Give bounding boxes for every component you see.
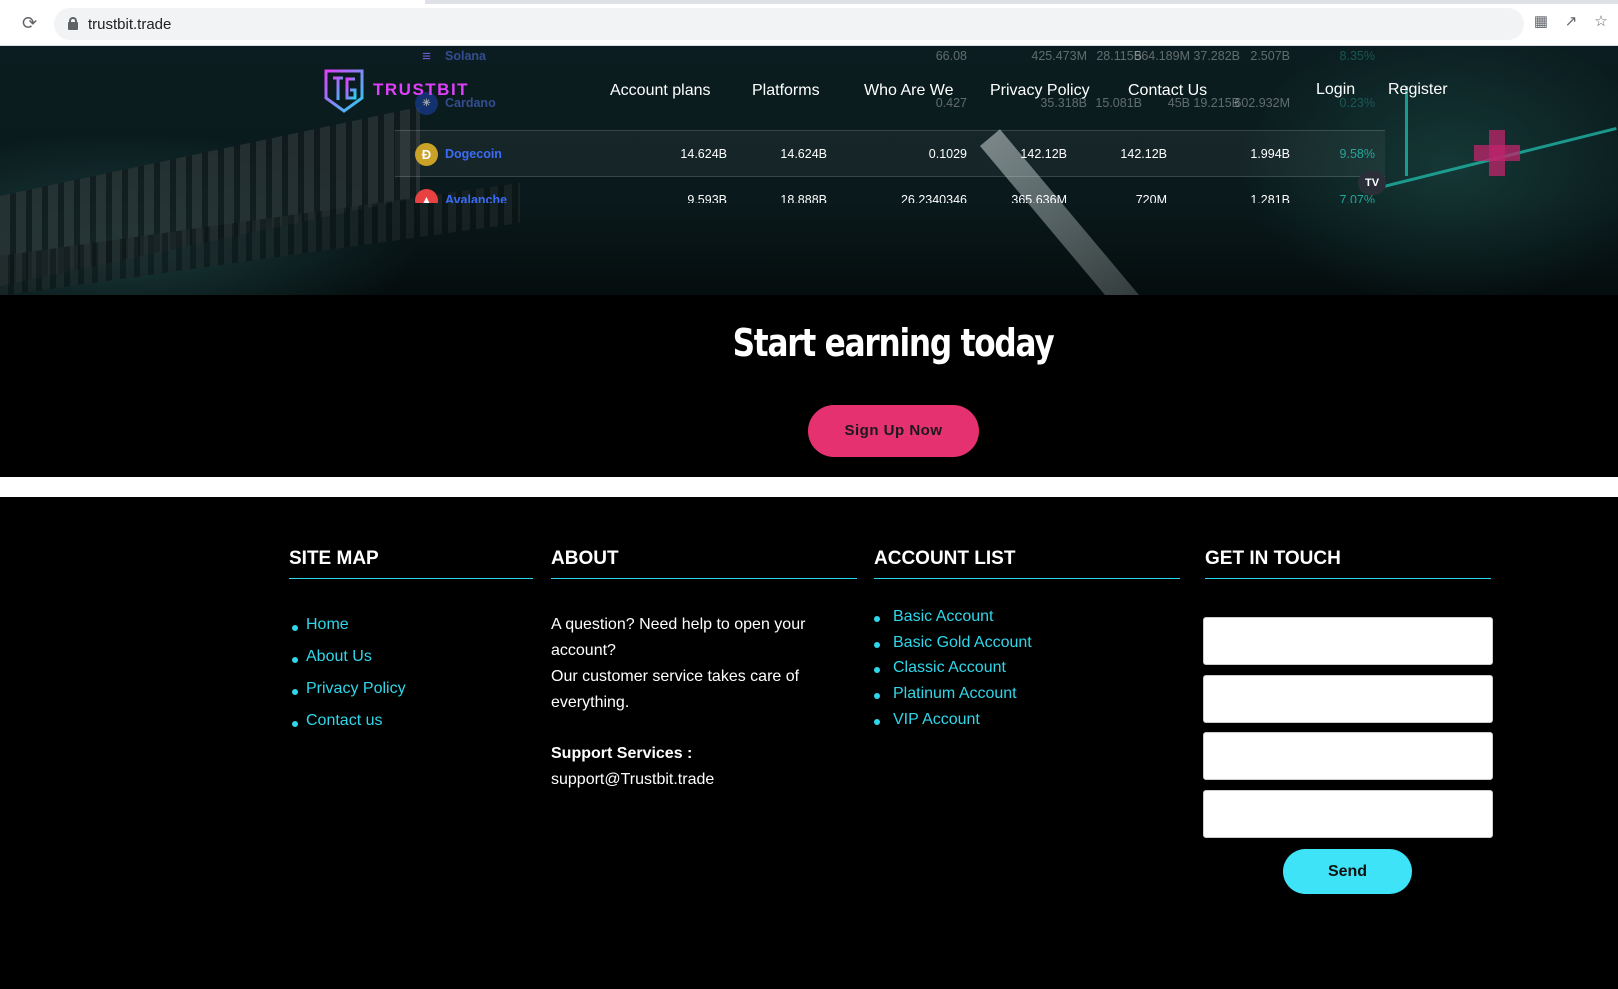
crypto-row-avalanche[interactable]: ▲ Avalanche 9.593B 18.888B 26.2340346 36… bbox=[395, 177, 1385, 203]
table-cell: 1.281B bbox=[1250, 193, 1290, 203]
section-divider bbox=[0, 477, 1618, 497]
sitemap-title: SITE MAP bbox=[289, 548, 379, 569]
table-cell: 142.12B bbox=[1120, 147, 1167, 161]
send-button[interactable]: Send bbox=[1283, 849, 1412, 894]
table-cell: 0.1029 bbox=[928, 147, 967, 161]
about-service: Our customer service takes care of every… bbox=[551, 668, 800, 711]
url-text[interactable]: trustbit.trade bbox=[88, 16, 171, 33]
sitemap-link-privacy-policy[interactable]: Privacy Policy bbox=[292, 680, 406, 712]
contact-title: GET IN TOUCH bbox=[1205, 548, 1341, 569]
hero-decoration bbox=[1474, 130, 1520, 176]
tab-strip bbox=[0, 0, 1618, 4]
logo-text: TRUSTBIT bbox=[373, 80, 470, 99]
table-cell: 66.08 bbox=[935, 49, 967, 63]
site-logo[interactable]: TRUSTBIT bbox=[323, 68, 475, 116]
about-question: A question? Need help to open your accou… bbox=[551, 616, 806, 659]
account-list-divider bbox=[874, 578, 1180, 579]
account-link-platinum[interactable]: Platinum Account bbox=[874, 685, 1032, 711]
table-cell: 7.07% bbox=[1339, 193, 1375, 203]
contact-field-1[interactable] bbox=[1203, 617, 1493, 665]
tradingview-badge[interactable]: TV bbox=[1358, 171, 1386, 195]
reload-icon[interactable]: ⟳ bbox=[22, 12, 44, 34]
account-link-basic[interactable]: Basic Account bbox=[874, 608, 1032, 634]
hero-decoration bbox=[1405, 86, 1408, 176]
contact-divider bbox=[1205, 578, 1491, 579]
support-email[interactable]: support@Trustbit.trade bbox=[551, 767, 851, 793]
table-cell: 425.473M bbox=[1031, 49, 1087, 63]
table-cell: 1.994B bbox=[1250, 147, 1290, 161]
dogecoin-icon: Ð bbox=[415, 143, 438, 166]
crypto-market-table: ≡ Solana 28.115B 37.282B 66.08 425.473M … bbox=[395, 46, 1385, 203]
table-cell: 2.507B bbox=[1250, 49, 1290, 63]
bookmark-star-icon[interactable]: ☆ bbox=[1592, 13, 1610, 31]
about-title: ABOUT bbox=[551, 548, 619, 569]
account-list: Basic Account Basic Gold Account Classic… bbox=[874, 608, 1032, 736]
account-link-basic-gold[interactable]: Basic Gold Account bbox=[874, 634, 1032, 660]
nav-account-plans[interactable]: Account plans bbox=[610, 82, 711, 100]
sitemap-list: Home About Us Privacy Policy Contact us bbox=[292, 616, 406, 744]
active-tab[interactable] bbox=[0, 0, 425, 4]
table-cell: 14.624B bbox=[680, 147, 727, 161]
account-link-vip[interactable]: VIP Account bbox=[874, 711, 1032, 737]
sitemap-divider bbox=[289, 578, 533, 579]
coin-name[interactable]: Dogecoin bbox=[445, 147, 502, 161]
cta-section: Start earning today Sign Up Now bbox=[0, 295, 1618, 477]
table-cell: 9.593B bbox=[687, 193, 727, 203]
table-cell: 18.888B bbox=[780, 193, 827, 203]
contact-field-2[interactable] bbox=[1203, 675, 1493, 723]
table-cell: 564.189M bbox=[1134, 49, 1190, 63]
sitemap-link-home[interactable]: Home bbox=[292, 616, 406, 648]
nav-who-are-we[interactable]: Who Are We bbox=[864, 82, 954, 100]
lock-icon[interactable] bbox=[68, 17, 78, 30]
nav-contact-us[interactable]: Contact Us bbox=[1128, 82, 1207, 100]
avalanche-icon: ▲ bbox=[415, 189, 438, 203]
account-link-classic[interactable]: Classic Account bbox=[874, 659, 1032, 685]
sitemap-link-contact-us[interactable]: Contact us bbox=[292, 712, 406, 744]
nav-privacy-policy[interactable]: Privacy Policy bbox=[990, 82, 1090, 100]
browser-toolbar: › ⟳ trustbit.trade ▦ ↗ ☆ bbox=[0, 0, 1618, 46]
register-link[interactable]: Register bbox=[1388, 81, 1448, 99]
extensions-icon[interactable]: ▦ bbox=[1532, 13, 1550, 31]
table-cell: 142.12B bbox=[1020, 147, 1067, 161]
table-cell: 14.624B bbox=[780, 147, 827, 161]
support-label: Support Services : bbox=[551, 745, 693, 762]
solana-icon: ≡ bbox=[422, 48, 431, 65]
contact-field-3[interactable] bbox=[1203, 732, 1493, 780]
table-cell: 720M bbox=[1135, 193, 1167, 203]
account-list-title: ACCOUNT LIST bbox=[874, 548, 1016, 569]
cta-title: Start earning today bbox=[732, 321, 1055, 365]
table-cell: 26.2340346 bbox=[900, 193, 967, 203]
table-cell: 8.35% bbox=[1339, 49, 1375, 63]
coin-name[interactable]: Avalanche bbox=[445, 193, 507, 203]
logo-icon bbox=[324, 69, 364, 113]
share-icon[interactable]: ↗ bbox=[1562, 13, 1580, 31]
sign-up-button[interactable]: Sign Up Now bbox=[808, 405, 979, 457]
coin-name[interactable]: Solana bbox=[445, 49, 486, 63]
login-link[interactable]: Login bbox=[1316, 81, 1355, 99]
crypto-row-solana[interactable]: ≡ Solana 28.115B 37.282B 66.08 425.473M … bbox=[395, 46, 1385, 80]
crypto-row-dogecoin[interactable]: Ð Dogecoin 14.624B 14.624B 0.1029 142.12… bbox=[395, 130, 1385, 177]
contact-field-4[interactable] bbox=[1203, 790, 1493, 838]
about-divider bbox=[551, 578, 857, 579]
address-bar[interactable]: trustbit.trade bbox=[54, 8, 1524, 40]
table-cell: 9.58% bbox=[1339, 147, 1375, 161]
sitemap-link-about-us[interactable]: About Us bbox=[292, 648, 406, 680]
about-text: A question? Need help to open your accou… bbox=[551, 612, 851, 793]
nav-platforms[interactable]: Platforms bbox=[752, 82, 820, 100]
table-cell: 365.636M bbox=[1011, 193, 1067, 203]
table-cell: 602.932M bbox=[1234, 96, 1290, 110]
